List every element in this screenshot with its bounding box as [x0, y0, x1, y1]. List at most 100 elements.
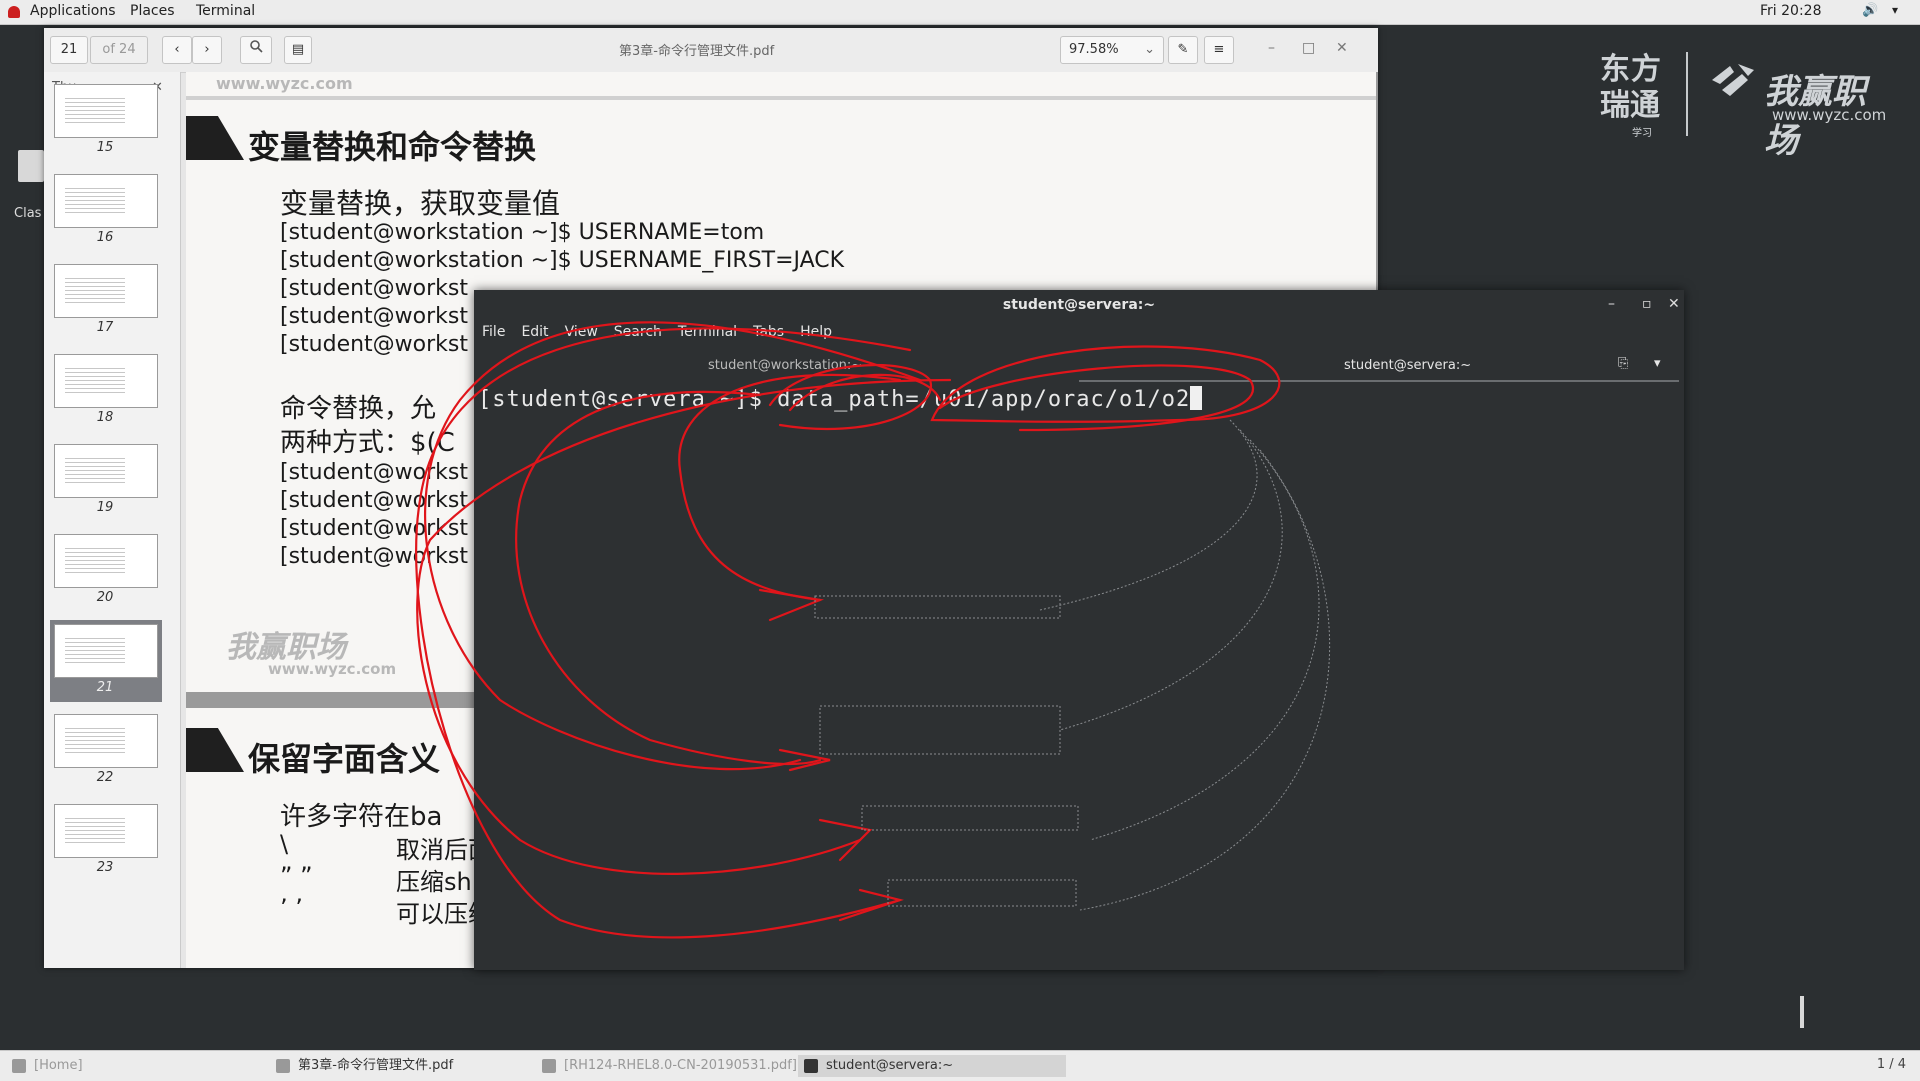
slide-line: [student@workstation ~]$ USERNAME_FIRST=…	[280, 248, 845, 273]
top-bar: Applications Places Terminal Fri 20:28 🔊…	[0, 0, 1920, 25]
search-button[interactable]	[240, 36, 272, 64]
thumbnail-page[interactable]	[54, 624, 158, 678]
tab-servera[interactable]: student@servera:~	[1344, 358, 1471, 373]
slide-line: [student@workst	[280, 488, 469, 513]
thumbnail-preview	[65, 455, 125, 483]
zoom-select[interactable]: 97.58% ⌄	[1060, 36, 1164, 64]
minimize-button[interactable]: –	[1608, 296, 1615, 312]
shell-prompt: [student@servera ~]$	[478, 387, 778, 412]
slide-title: 变量替换和命令替换	[248, 128, 537, 166]
next-page-button[interactable]: ›	[192, 36, 222, 64]
search-icon	[250, 40, 263, 53]
maximize-button[interactable]: ▫	[1642, 296, 1652, 312]
task-terminal[interactable]: student@servera:~	[798, 1055, 1066, 1077]
slide-line: [student@workst	[280, 516, 469, 541]
thumbnail-page[interactable]	[54, 354, 158, 408]
thumbnail-page-number: 18	[96, 410, 114, 425]
thumbnail-page[interactable]	[54, 174, 158, 228]
escape-symbol: ’ ’	[280, 894, 303, 922]
thumbnail-page[interactable]	[54, 264, 158, 318]
thumbnail-page-number: 22	[96, 770, 114, 785]
sidebar-toggle-button[interactable]: ▤	[284, 36, 312, 64]
folder-icon	[12, 1059, 26, 1073]
slide-subtitle-2: 命令替换，允	[280, 394, 437, 424]
redhat-icon	[8, 6, 20, 18]
thumbnail-page-number: 15	[96, 140, 114, 155]
menu-file[interactable]: File	[482, 324, 505, 340]
slide-subtitle-3: 两种方式：$(C	[280, 428, 455, 458]
brand-line1: 东方	[1600, 52, 1662, 87]
menu-help[interactable]: Help	[800, 324, 832, 340]
menu-tabs[interactable]: Tabs	[753, 324, 784, 340]
brand-line2: 瑞通	[1600, 88, 1660, 123]
desktop-file-icon[interactable]	[18, 150, 44, 182]
maximize-button[interactable]: □	[1302, 40, 1315, 56]
thumbnail-page-number: 19	[96, 500, 114, 515]
terminal-window: student@servera:~ – ▫ ✕ File Edit View Se	[474, 290, 1684, 970]
thumbnail-page-number: 23	[96, 860, 114, 875]
thumbnail-preview	[65, 815, 125, 843]
slide-top-watermark: www.wyzc.com	[216, 74, 353, 93]
brand-url: www.wyzc.com	[1772, 106, 1887, 124]
thumbnail-page-number: 16	[96, 230, 114, 245]
task-label: [RH124-RHEL8.0-CN-20190531.pdf]	[564, 1058, 797, 1073]
close-button[interactable]: ✕	[1668, 296, 1680, 312]
slide-line: [student@workst	[280, 460, 469, 485]
terminal-menubar: File Edit View Search Terminal Tabs Help	[482, 324, 848, 340]
workspace-pager[interactable]: 1 / 4	[1877, 1057, 1906, 1072]
tab-workstation[interactable]: student@workstation:~	[708, 358, 862, 373]
hamburger-menu-button[interactable]: ≡	[1204, 36, 1234, 64]
applications-menu[interactable]: Applications	[30, 3, 116, 19]
slide-line: [student@workst	[280, 276, 469, 301]
thumbnail-page[interactable]	[54, 534, 158, 588]
close-button[interactable]: ✕	[1336, 40, 1348, 56]
thumbnail-page[interactable]	[54, 444, 158, 498]
thumbnail-preview	[65, 545, 125, 573]
new-tab-icon[interactable]: ⎘	[1618, 356, 1628, 371]
thumbnail-page-number: 21	[96, 680, 114, 695]
menu-edit[interactable]: Edit	[521, 324, 548, 340]
annotate-button[interactable]: ✎	[1168, 36, 1198, 64]
places-menu[interactable]: Places	[130, 3, 175, 19]
task-label: student@servera:~	[826, 1058, 954, 1073]
thumbnail-sidebar: Thu... ⌄ ✕ 14151617181920212223	[44, 72, 181, 968]
thumbnail-page[interactable]	[54, 804, 158, 858]
volume-icon[interactable]: 🔊	[1862, 3, 1878, 18]
thumbnail-preview	[65, 95, 125, 123]
clock[interactable]: Fri 20:28	[1760, 3, 1821, 19]
pdf-toolbar: 21 of 24 ‹ › ▤ 第3章-命令行管理文件.pdf 97.58% ⌄ …	[44, 28, 1378, 73]
desktop-icon-label[interactable]: Clas	[14, 206, 41, 221]
brand-mark-icon	[1712, 64, 1754, 96]
task-label: 第3章-命令行管理文件.pdf	[298, 1058, 454, 1073]
page-number-input[interactable]: 21	[50, 36, 88, 64]
typed-command: data_path=/u01/app/orac/o1/o2	[777, 387, 1191, 412]
thumbnail-page[interactable]	[54, 714, 158, 768]
menu-terminal[interactable]: Terminal	[678, 324, 737, 340]
minimize-button[interactable]: –	[1268, 40, 1275, 56]
chevron-down-icon[interactable]: ▾	[1654, 356, 1661, 371]
thumbnail-preview	[65, 725, 125, 753]
thumbnail-preview	[65, 365, 125, 393]
thumbnail-page[interactable]	[54, 84, 158, 138]
escape-symbol: ” ”	[280, 862, 313, 890]
thumbnail-page-number: 20	[96, 590, 114, 605]
slide-line: [student@workst	[280, 332, 469, 357]
menu-view[interactable]: View	[565, 324, 598, 340]
menu-search[interactable]: Search	[614, 324, 662, 340]
thumbnail-preview	[65, 185, 125, 213]
task-home[interactable]: [Home]	[6, 1055, 264, 1077]
terminal-app-menu[interactable]: Terminal	[196, 3, 255, 19]
thumbnail-preview	[65, 275, 125, 303]
system-menu-icon[interactable]: ▾	[1892, 3, 1898, 17]
slide-watermark-url: www.wyzc.com	[268, 660, 397, 678]
brand-tiny: 学习	[1632, 128, 1652, 139]
task-pdf-rh124[interactable]: [RH124-RHEL8.0-CN-20190531.pdf]	[536, 1055, 814, 1077]
document-icon	[542, 1059, 556, 1073]
task-pdf[interactable]: 第3章-命令行管理文件.pdf	[270, 1055, 538, 1077]
brand-logo: 东方 瑞通 学习 我赢职场 www.wyzc.com	[1592, 50, 1892, 161]
slide-title-bar	[186, 728, 244, 772]
slide-line: [student@workstation ~]$ USERNAME=tom	[280, 220, 765, 245]
slide-subtitle: 变量替换，获取变量值	[280, 187, 561, 220]
terminal-output[interactable]: [student@servera ~]$ data_path=/u01/app/…	[478, 386, 1678, 946]
prev-page-button[interactable]: ‹	[162, 36, 192, 64]
